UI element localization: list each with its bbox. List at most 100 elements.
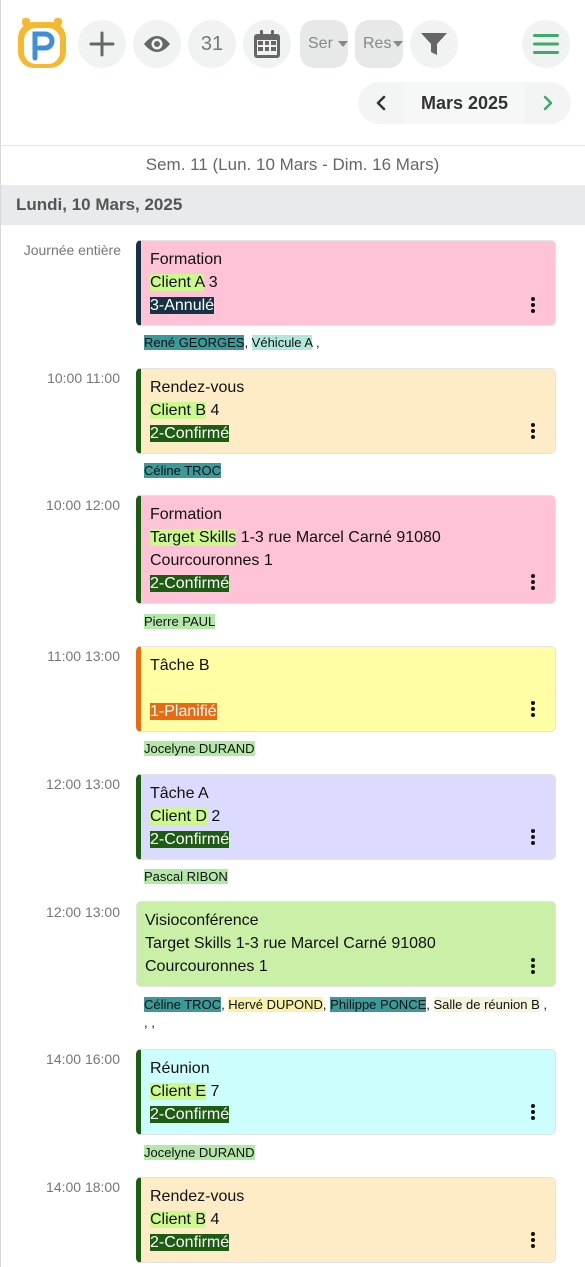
resource-chip[interactable]: Hervé DUPOND [228,997,323,1012]
event-card[interactable]: Formation Client A 3 3-Annulé [136,240,556,326]
eye-icon [144,36,170,52]
more-vertical-icon[interactable] [523,1228,543,1252]
event-title: Visioconférence [145,912,259,929]
event-resources: Jocelyne DURAND [144,740,255,758]
event-client-line: Client E 7 [150,1080,545,1103]
service-select[interactable]: Ser [300,20,348,68]
more-vertical-icon[interactable] [523,825,543,849]
event-time: 11:00 13:00 [47,648,120,664]
event-status: 2-Confirmé [150,575,230,592]
resource-chip[interactable]: Pierre PAUL [144,614,216,629]
event-status: 2-Confirmé [150,425,230,442]
month-navigator: Mars 2025 [358,82,571,124]
event-client: Client A [150,274,205,291]
resource-chip[interactable]: Philippe PONCE [330,997,427,1012]
event-title: Tâche B [150,657,210,674]
service-select-value: Ser [308,35,333,52]
app-logo[interactable] [16,16,68,70]
event-card[interactable]: Formation Target Skills 1-3 rue Marcel C… [136,495,556,604]
event-title: Rendez-vous [150,379,245,396]
resource-separator: , [312,335,320,350]
chevron-down-icon [393,41,403,47]
event-resources: Céline TROC [144,462,222,480]
event-status: 2-Confirmé [150,1234,230,1251]
filter-button[interactable] [410,20,458,68]
event-address: Target Skills 1-3 rue Marcel Carné 91080… [145,935,436,975]
event-client-suffix: 3 [204,274,218,291]
today-button[interactable]: 31 [188,20,236,68]
event-card[interactable]: Tâche A Client D 2 2-Confirmé [136,774,556,860]
event-title: Tâche A [150,785,209,802]
event-card[interactable]: Rendez-vous Client B 4 2-Confirmé [136,1177,556,1263]
event-client-suffix: 4 [206,1211,220,1228]
event-client-line: Client B 4 [150,1208,545,1231]
event-resources: Pierre PAUL [144,613,216,631]
more-vertical-icon[interactable] [523,1100,543,1124]
event-client-line: Client B 4 [150,399,545,422]
resource-chip[interactable]: Jocelyne DURAND [144,1145,255,1160]
event-resources: Jocelyne DURAND [144,1144,255,1162]
resource-select-value: Res [363,35,391,52]
divider [0,145,585,146]
more-vertical-icon[interactable] [523,419,543,443]
resource-chip[interactable]: Salle de réunion B [433,997,540,1012]
more-vertical-icon[interactable] [523,954,543,978]
view-button[interactable] [133,20,181,68]
resource-chip[interactable]: Jocelyne DURAND [144,741,255,756]
chevron-down-icon [338,41,348,47]
filter-icon [421,33,447,55]
next-month-button[interactable] [525,82,571,124]
toolbar: 31 Ser Res [0,0,585,90]
event-title: Formation [150,506,223,523]
event-client: Client E [150,1083,207,1100]
add-button[interactable] [78,20,126,68]
day-header: Lundi, 10 Mars, 2025 [1,185,585,225]
event-title: Rendez-vous [150,1188,245,1205]
resource-chip[interactable]: Pascal RIBON [144,869,228,884]
event-card[interactable]: Réunion Client E 7 2-Confirmé [136,1049,556,1135]
resource-chip[interactable]: René GEORGES [144,335,245,350]
chevron-left-icon [376,95,386,111]
event-time: 12:00 13:00 [46,904,120,920]
event-client-line: Client A 3 [150,271,545,294]
plus-icon [89,31,115,57]
previous-month-button[interactable] [358,82,404,124]
event-title: Réunion [150,1060,210,1077]
more-vertical-icon[interactable] [523,570,543,594]
hamburger-menu-icon [533,34,559,54]
event-time: Journée entière [23,242,121,258]
resource-separator: , [426,997,434,1012]
resource-separator: , [244,335,252,350]
resource-chip[interactable]: Céline TROC [144,997,222,1012]
event-card[interactable]: Rendez-vous Client B 4 2-Confirmé [136,368,556,454]
calendar-button[interactable] [243,20,291,68]
event-card[interactable]: Visioconférence Target Skills 1-3 rue Ma… [136,901,556,987]
event-client-suffix: 7 [206,1083,220,1100]
event-client-line: Client D 2 [150,805,545,828]
event-title: Formation [150,251,223,268]
event-time: 12:00 13:00 [46,776,120,792]
resource-chip[interactable]: Véhicule A [251,335,313,350]
resource-chip[interactable]: Céline TROC [144,463,222,478]
week-label: Sem. 11 (Lun. 10 Mars - Dim. 16 Mars) [145,155,440,174]
event-time: 14:00 16:00 [46,1051,120,1067]
event-client: Client B [150,402,207,419]
event-client: Client D [150,808,207,825]
menu-button[interactable] [522,20,570,68]
event-client-line: Target Skills 1-3 rue Marcel Carné 91080… [150,526,545,572]
event-resources: Pascal RIBON [144,868,228,886]
event-empty-line [150,677,545,700]
event-resources: Céline TROC, Hervé DUPOND, Philippe PONC… [144,996,549,1032]
event-time: 14:00 18:00 [46,1179,120,1195]
event-client: Target Skills [150,529,237,546]
month-label[interactable]: Mars 2025 [404,82,525,124]
event-status: 2-Confirmé [150,831,230,848]
event-status: 3-Annulé [150,297,215,314]
more-vertical-icon[interactable] [523,293,543,317]
event-status: 1-Planifié [150,703,217,720]
event-client-suffix: 2 [206,808,221,825]
more-vertical-icon[interactable] [523,697,543,721]
today-day-number: 31 [200,32,224,55]
event-card[interactable]: Tâche B 1-Planifié [136,646,556,732]
resource-select[interactable]: Res [355,20,403,68]
